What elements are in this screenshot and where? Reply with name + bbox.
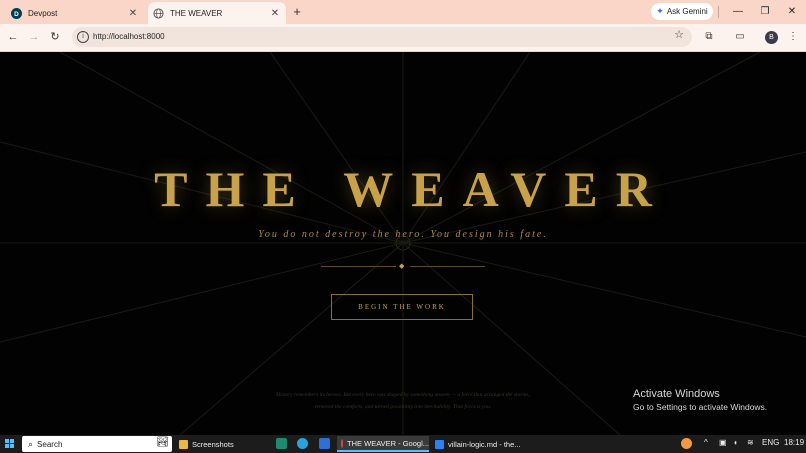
bookmark-star-icon[interactable]: ☆ <box>674 28 684 41</box>
gemini-sparkle-icon: ✦ <box>656 6 664 16</box>
minimize-icon[interactable]: — <box>725 3 751 21</box>
tab-strip: D Devpost ✕ THE WEAVER ✕ + ✦ Ask Gemini … <box>0 0 806 24</box>
hero-tagline: You do not destroy the hero. You design … <box>258 229 548 240</box>
begin-the-work-button[interactable]: BEGIN THE WORK <box>331 294 473 320</box>
windows-taskbar: ⌕ Search 🏞 Screenshots THE WEAVER - Goog… <box>0 435 806 453</box>
ornament-diamond-icon: ◆ <box>399 263 405 270</box>
activate-windows-subtitle: Go to Settings to activate Windows. <box>633 402 768 412</box>
window-close-icon[interactable]: ✕ <box>779 3 805 21</box>
url-text[interactable]: http://localhost:8000 <box>93 27 165 47</box>
address-bar[interactable]: i http://localhost:8000 ☆ <box>72 27 692 47</box>
folder-icon <box>179 439 188 449</box>
ask-gemini-button[interactable]: ✦ Ask Gemini <box>651 3 713 20</box>
tab-title: Devpost <box>28 8 58 18</box>
edge-icon[interactable] <box>297 438 308 449</box>
ornament-line-left <box>321 266 396 267</box>
taskbar-app-label: villain-logic.md - the... <box>448 439 521 449</box>
clock[interactable]: 18:19 <box>784 438 804 447</box>
close-tab-icon[interactable]: ✕ <box>126 8 140 19</box>
forward-arrow-icon[interactable]: → <box>26 29 42 45</box>
chevron-up-icon[interactable]: ^ <box>704 438 708 447</box>
taskbar-app-label: Screenshots <box>192 439 234 449</box>
page-viewport: THE WEAVER You do not destroy the hero. … <box>0 52 806 435</box>
code-icon[interactable] <box>319 438 330 449</box>
back-arrow-icon[interactable]: ← <box>5 29 21 45</box>
chrome-icon <box>341 438 344 448</box>
reload-icon[interactable]: ↻ <box>47 29 63 45</box>
search-placeholder: Search <box>37 439 63 449</box>
footer-line-1: History remembers its heroes. But every … <box>276 392 530 398</box>
network-icon[interactable]: ▣ <box>719 438 727 447</box>
new-tab-button[interactable]: + <box>289 3 305 21</box>
language-indicator[interactable]: ENG <box>762 438 779 447</box>
browser-toolbar: ← → ↻ i http://localhost:8000 ☆ ⧉ ▭ ⋮ <box>0 24 806 52</box>
tabbar-divider <box>718 6 719 18</box>
activate-windows-title: Activate Windows <box>633 388 720 400</box>
restore-icon[interactable]: ❐ <box>752 3 778 21</box>
menu-dots-icon[interactable]: ⋮ <box>786 30 800 44</box>
site-info-icon[interactable]: i <box>77 31 89 43</box>
footer-line-2: removed the comforts, and turned possibi… <box>314 404 492 410</box>
devpost-icon: D <box>11 7 22 19</box>
activate-windows-watermark: Activate Windows Go to Settings to activ… <box>633 388 767 412</box>
ask-gemini-label: Ask Gemini <box>666 7 708 16</box>
taskbar-app-screenshots[interactable]: Screenshots <box>179 436 269 452</box>
taskbar-search[interactable]: ⌕ Search 🏞 <box>22 436 172 452</box>
tab-title: THE WEAVER <box>170 8 223 18</box>
wifi-icon[interactable]: ≋ <box>747 438 754 447</box>
ornament-line-right <box>410 266 485 267</box>
close-tab-icon[interactable]: ✕ <box>268 8 282 19</box>
footer-intro-text: History remembers its heroes. But every … <box>220 389 586 413</box>
weather-icon[interactable] <box>681 438 692 449</box>
vscode-icon <box>435 439 444 449</box>
taskbar-app-chrome[interactable]: THE WEAVER - Googl... <box>337 436 429 452</box>
taskbar-app-label: THE WEAVER - Googl... <box>347 438 429 448</box>
windows-start-icon[interactable] <box>5 439 15 449</box>
profile-avatar[interactable]: B <box>765 31 778 44</box>
terminal-icon[interactable] <box>276 438 287 449</box>
cast-media-icon[interactable]: ▭ <box>733 30 747 44</box>
search-highlight-icon: 🏞 <box>156 437 169 448</box>
globe-icon <box>153 7 164 19</box>
background-rays <box>0 52 806 435</box>
volume-icon[interactable]: ◖ <box>733 438 738 447</box>
taskbar-app-vscode[interactable]: villain-logic.md - the... <box>435 436 527 452</box>
tab-devpost[interactable]: D Devpost ✕ <box>6 2 144 24</box>
svg-text:D: D <box>14 10 19 17</box>
hero-title: THE WEAVER <box>154 161 670 217</box>
search-icon: ⌕ <box>28 438 34 449</box>
extensions-puzzle-icon[interactable]: ⧉ <box>702 30 716 44</box>
tab-the-weaver[interactable]: THE WEAVER ✕ <box>148 2 286 24</box>
